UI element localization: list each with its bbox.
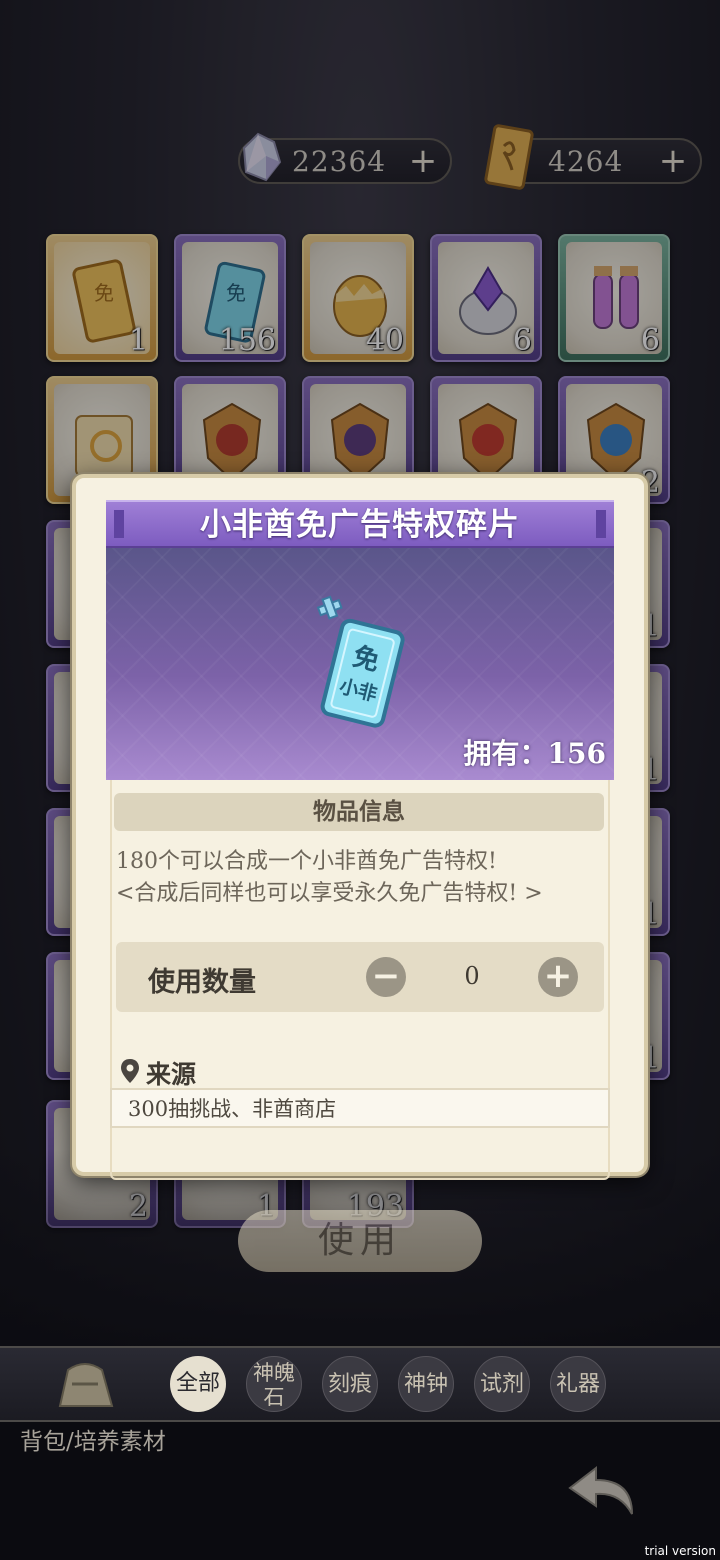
increase-quantity-button[interactable]: + bbox=[538, 957, 578, 997]
source-label: 来源 bbox=[146, 1060, 197, 1089]
quantity-label: 使用数量 bbox=[148, 967, 256, 998]
dialog-title-bar: 小非酋免广告特权碎片 bbox=[106, 500, 614, 548]
description-line-1: 180个可以合成一个小非酋免广告特权! bbox=[116, 849, 497, 874]
item-info-header: 物品信息 bbox=[114, 793, 604, 831]
location-pin-icon bbox=[121, 1059, 139, 1083]
tab-divine-bell[interactable]: 神钟 bbox=[398, 1356, 454, 1412]
owned-count: 拥有：156 bbox=[463, 737, 606, 770]
tab-soul-stone[interactable]: 神魄石 bbox=[246, 1356, 302, 1412]
breadcrumb: 背包/培养素材 bbox=[20, 1429, 166, 1455]
quantity-value: 0 bbox=[464, 962, 480, 990]
source-value: 300抽挑战、非酋商店 bbox=[110, 1088, 610, 1128]
tab-reagents[interactable]: 试剂 bbox=[474, 1356, 530, 1412]
item-description: 180个可以合成一个小非酋免广告特权! <合成后同样也可以享受永久免广告特权! … bbox=[116, 846, 596, 910]
backpack-icon bbox=[58, 1363, 114, 1407]
decrease-quantity-button[interactable]: − bbox=[366, 957, 406, 997]
item-preview: 免 小非 拥有：156 bbox=[106, 548, 614, 780]
watermark: trial version bbox=[644, 1544, 716, 1558]
tab-engravings[interactable]: 刻痕 bbox=[322, 1356, 378, 1412]
use-button[interactable]: 使用 bbox=[238, 1210, 482, 1272]
dialog-title: 小非酋免广告特权碎片 bbox=[200, 507, 520, 543]
ad-free-ticket-fragment-icon: 免 小非 bbox=[316, 595, 405, 728]
tab-all[interactable]: 全部 bbox=[170, 1356, 226, 1412]
description-line-2: <合成后同样也可以享受永久免广告特权! > bbox=[116, 881, 543, 906]
back-arrow-icon[interactable] bbox=[566, 1462, 642, 1520]
tab-ritual-items[interactable]: 礼器 bbox=[550, 1356, 606, 1412]
